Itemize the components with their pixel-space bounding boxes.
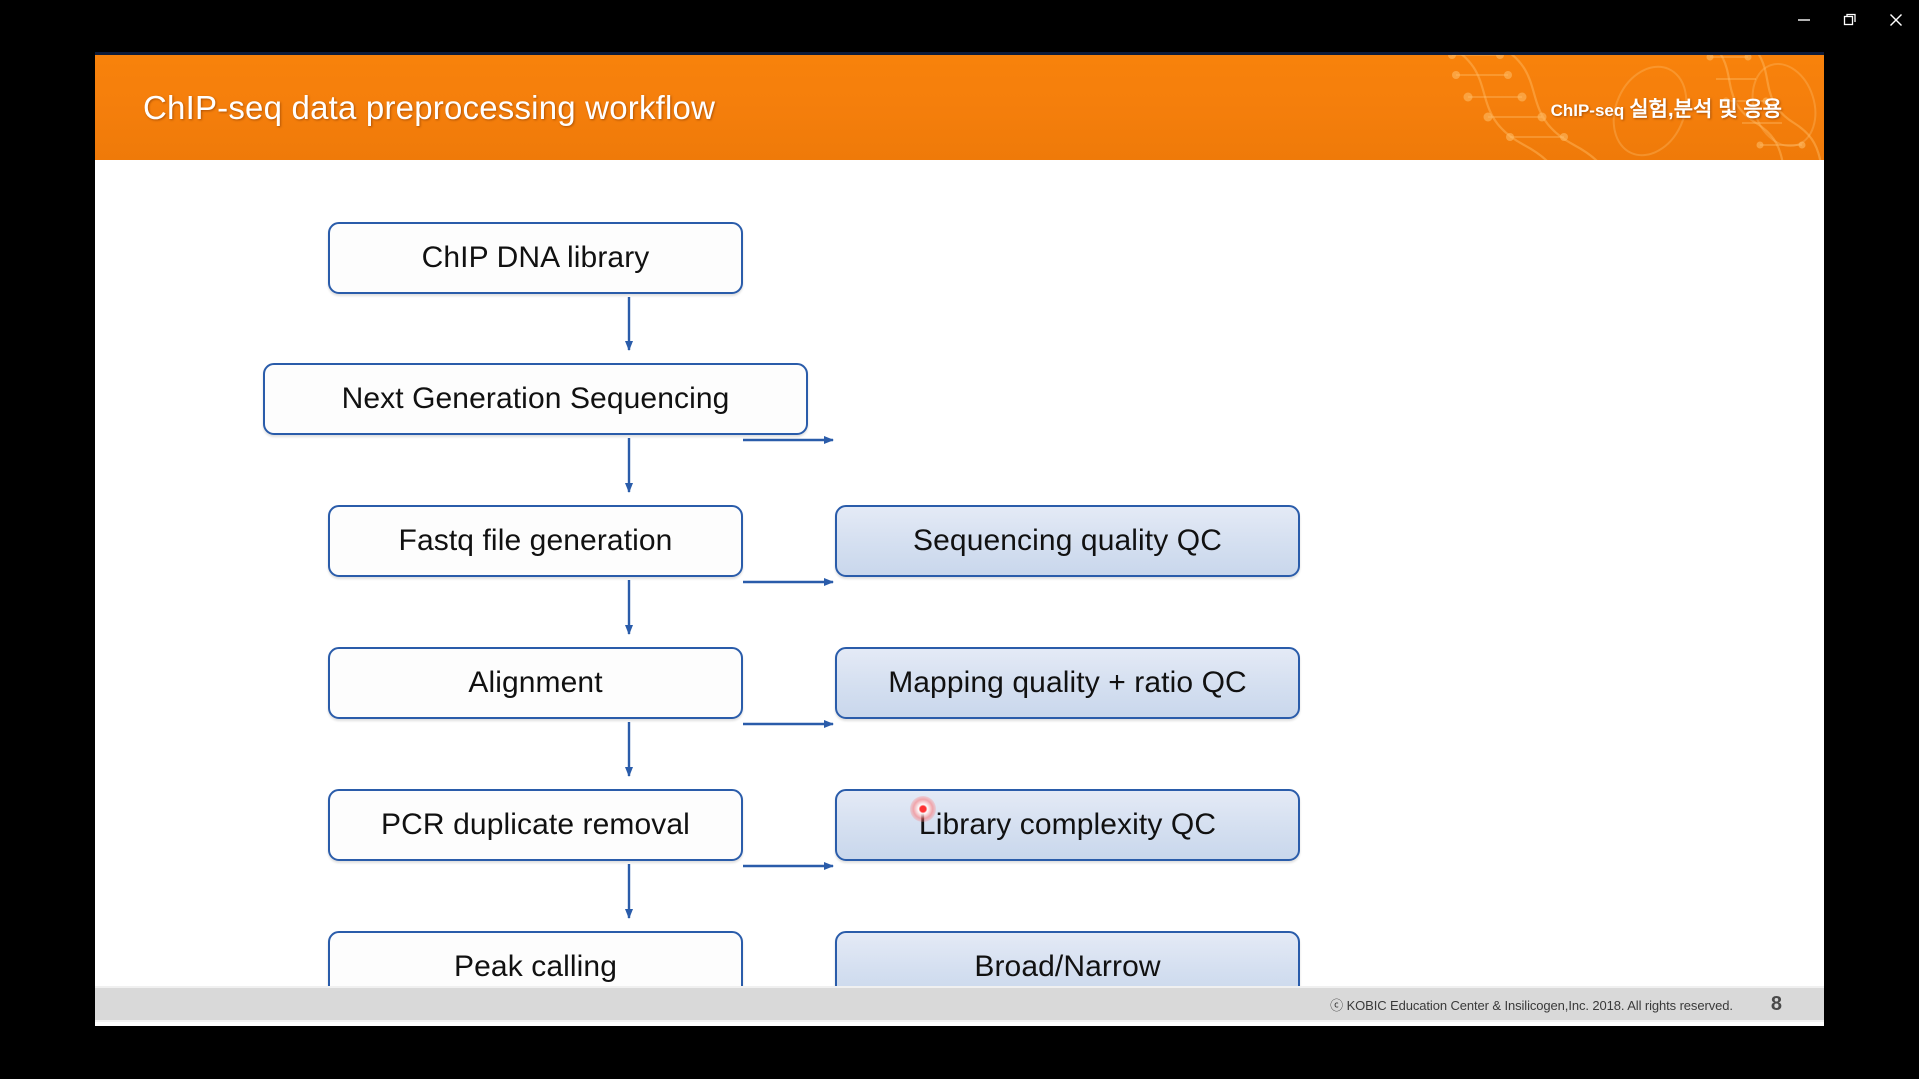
qc-node-label: Library complexity QC [918,808,1217,841]
qc-node-label: Broad/Narrow [974,950,1161,983]
flow-node-label: ChIP DNA library [421,241,650,274]
minimize-button[interactable] [1781,4,1827,36]
flow-node-label: Next Generation Sequencing [341,382,730,415]
presentation-slide: ChIP-seq data preprocessing workflow ChI… [95,52,1824,1026]
minimize-icon [1798,19,1810,21]
footer-page-number: 8 [1770,992,1782,1015]
qc-node-mapping-quality-ratio-qc[interactable]: Mapping quality + ratio QC [835,647,1300,719]
flow-node-alignment[interactable]: Alignment [328,647,743,719]
brand-label-ko: 실험,분석 및 응용 [1629,97,1782,121]
qc-node-label: Mapping quality + ratio QC [888,666,1247,699]
flow-node-label: Fastq file generation [398,524,673,557]
restore-icon [1843,13,1856,26]
workflow-diagram: ChIP DNA library Next Generation Sequenc… [95,160,1824,1003]
flow-node-label: Alignment [468,666,603,699]
brand-label-en: ChIP-seq [1550,100,1625,120]
qc-node-library-complexity-qc[interactable]: Library complexity QC [835,789,1300,861]
slide-header: ChIP-seq data preprocessing workflow ChI… [95,52,1824,160]
window-titlebar [0,0,1919,40]
flow-node-pcr-duplicate-removal[interactable]: PCR duplicate removal [328,789,743,861]
restore-button[interactable] [1827,4,1873,36]
slide-footer: ⓒ KOBIC Education Center & Insilicogen,I… [95,986,1824,1022]
close-button[interactable] [1873,4,1919,36]
qc-node-sequencing-quality-qc[interactable]: Sequencing quality QC [835,505,1300,577]
flow-node-chip-dna-library[interactable]: ChIP DNA library [328,222,743,294]
brand-label: ChIP-seq 실험,분석 및 응용 [1551,93,1782,123]
flow-node-next-gen-sequencing[interactable]: Next Generation Sequencing [263,363,808,435]
flow-node-label: Peak calling [454,950,617,983]
close-icon [1890,14,1902,26]
qc-node-label: Sequencing quality QC [913,524,1222,557]
flow-node-fastq-file-generation[interactable]: Fastq file generation [328,505,743,577]
flow-node-label: PCR duplicate removal [381,808,690,841]
footer-copyright: ⓒ KOBIC Education Center & Insilicogen,I… [1330,997,1733,1013]
application-window: ChIP-seq data preprocessing workflow ChI… [0,0,1919,1079]
page-title: ChIP-seq data preprocessing workflow [143,88,716,126]
